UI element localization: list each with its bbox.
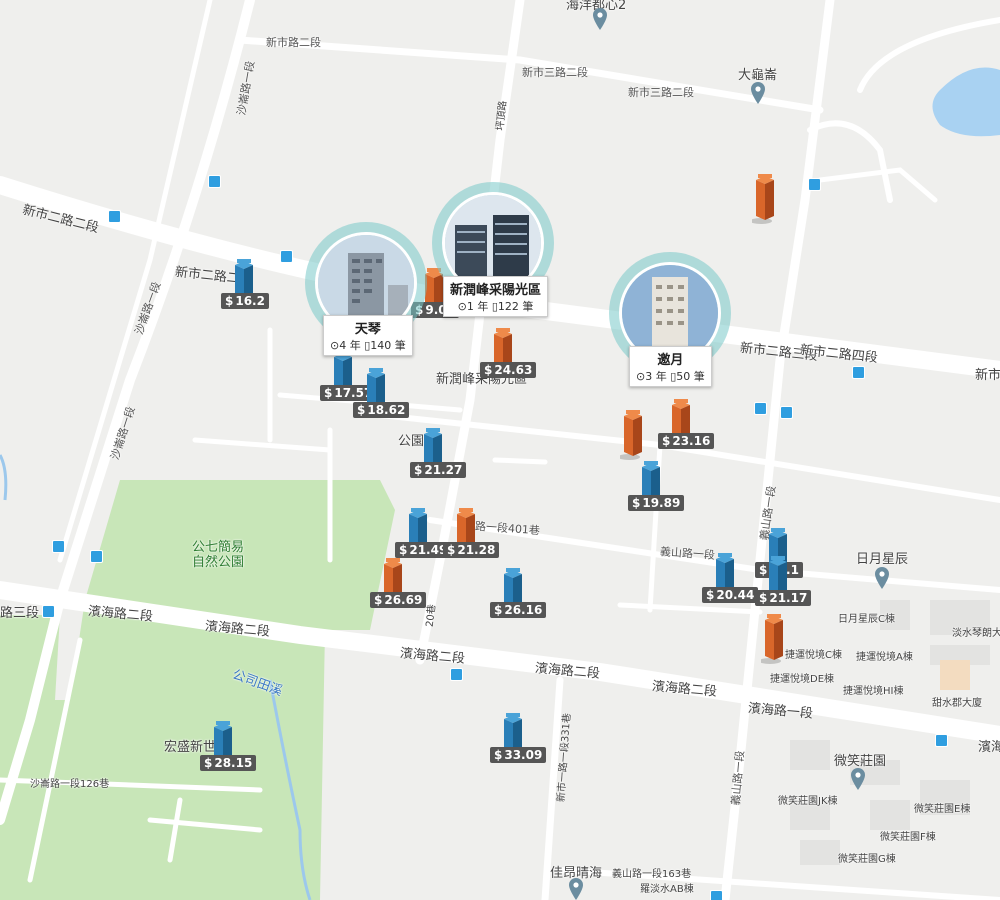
bus-stop-icon[interactable] [450,668,463,681]
place-label: 捷運悅境A棟 [856,652,913,663]
place-label: 淡水琴朗大 [952,628,1000,639]
building-marker-icon[interactable] [618,404,646,464]
place-label: 日月星辰C棟 [838,614,895,625]
place-pin-icon[interactable] [592,8,608,30]
bus-stop-icon[interactable] [710,890,723,900]
price-tag[interactable]: $19.89 [628,495,685,511]
building-marker-icon[interactable] [759,608,787,668]
featured-meta: ⊙3 年 ▯50 筆 [636,370,705,383]
featured-name: 新潤峰采陽光區 [450,283,542,298]
featured-meta: ⊙4 年 ▯140 筆 [330,339,406,352]
road-label: 新市路二段 [266,36,321,49]
place-label: 大龜崙 [738,68,778,83]
price-tag[interactable]: $21.27 [410,462,467,478]
bus-stop-icon[interactable] [935,734,948,747]
price-tag[interactable]: $16.2 [221,293,269,309]
price-tag[interactable]: $26.69 [370,592,427,608]
place-label: 甜水郡大廈 [932,698,982,709]
place-label: 微笑莊園JK棟 [778,796,838,807]
price-tag[interactable]: $26.16 [490,602,547,618]
bus-stop-icon[interactable] [852,366,865,379]
place-label: 日月星辰 [856,552,909,567]
price-tag[interactable]: $24.63 [480,362,537,378]
bus-stop-icon[interactable] [52,540,65,553]
bus-stop-icon[interactable] [90,550,103,563]
bus-stop-icon[interactable] [42,605,55,618]
featured-meta: ⊙1 年 ▯122 筆 [457,300,534,313]
road-label: 路三段 [0,606,40,621]
bus-stop-icon[interactable] [208,175,221,188]
place-pin-icon[interactable] [874,567,890,589]
place-label: 羅淡水AB棟 [640,884,694,895]
map-canvas[interactable]: 新市路二段 新市三路二段 新市三路二段 新市二路二段 新市二路二段 新市二路三段… [0,0,1000,900]
road-label: 新市三路二段 [628,86,694,99]
bus-stop-icon[interactable] [280,250,293,263]
place-pin-icon[interactable] [750,82,766,104]
place-pin-icon[interactable] [568,878,584,900]
road-label: 坪頂路 [494,100,510,132]
place-label: 捷運悅境C棟 [785,650,842,661]
bus-stop-icon[interactable] [108,210,121,223]
place-label: 微笑莊園G棟 [838,854,896,865]
road-label: 新市 [975,368,1000,383]
price-tag[interactable]: $28.15 [200,755,257,771]
price-tag[interactable]: $20.44 [702,587,759,603]
price-tag[interactable]: $33.09 [490,747,547,763]
road-label: 濱海 [978,740,1000,755]
price-tag[interactable]: $21.28 [443,542,500,558]
place-label: 微笑莊園F棟 [880,832,936,843]
bus-stop-icon[interactable] [780,406,793,419]
place-label: 捷運悅境HI棟 [843,686,904,697]
road-label: 義山路一段163巷 [612,869,692,880]
price-tag[interactable]: $18.62 [353,402,410,418]
price-tag[interactable]: $21.17 [755,590,812,606]
place-label: 捷運悅境DE棟 [770,674,835,685]
park-label: 公七簡易 自然公園 [192,540,245,570]
place-pin-icon[interactable] [850,768,866,790]
featured-name: 天琴 [354,322,381,337]
bus-stop-icon[interactable] [808,178,821,191]
featured-card[interactable]: 天琴 ⊙4 年 ▯140 筆 [323,315,413,356]
place-label: 微笑莊園E棟 [914,804,971,815]
building-marker-icon[interactable] [750,168,778,228]
place-label: 微笑莊園 [834,754,887,769]
bus-stop-icon[interactable] [754,402,767,415]
road-label: 沙崙路一段126巷 [30,779,110,790]
price-tag[interactable]: $23.16 [658,433,715,449]
road-label: 新市三路二段 [522,66,588,79]
featured-name: 邀月 [657,353,684,368]
featured-card[interactable]: 邀月 ⊙3 年 ▯50 筆 [629,346,712,387]
featured-card[interactable]: 新潤峰采陽光區 ⊙1 年 ▯122 筆 [443,276,549,317]
